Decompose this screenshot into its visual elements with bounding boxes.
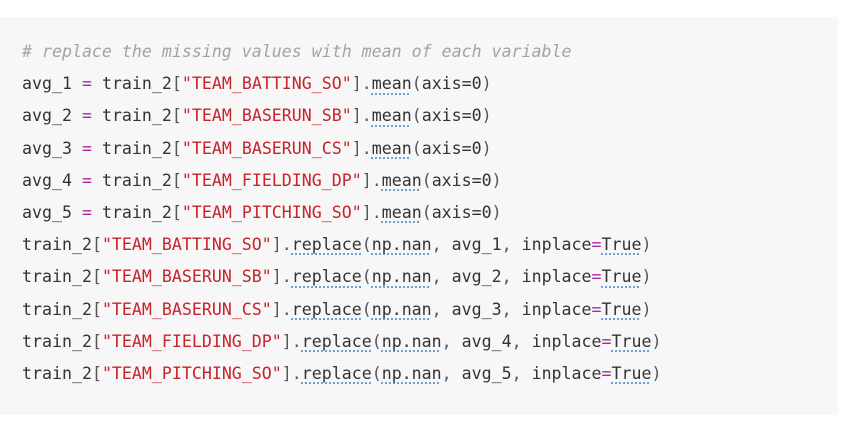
assign-operator: = — [81, 138, 92, 158]
column-string: "TEAM_BATTING_SO" — [181, 74, 352, 94]
method-name: mean — [371, 106, 412, 126]
assign-operator: = — [81, 106, 92, 126]
dataframe-name: train_2 — [101, 138, 172, 158]
method-name: mean — [371, 74, 412, 94]
column-string: "TEAM_BASERUN_CS" — [181, 138, 352, 158]
bracket-close: ] — [351, 74, 362, 94]
code-line-assign-5: avg_5 = train_2["TEAM_PITCHING_SO"].mean… — [22, 202, 502, 222]
keyword-arg: inplace — [521, 235, 592, 255]
bracket-close: ] — [351, 106, 362, 126]
keyword-arg: inplace — [531, 331, 602, 351]
variable-name: avg_3 — [22, 138, 72, 158]
dataframe-name: train_2 — [22, 331, 92, 351]
assign-operator: = — [81, 170, 92, 190]
keyword-arg: inplace — [531, 363, 602, 383]
column-string: "TEAM_PITCHING_SO" — [101, 363, 282, 383]
avg-arg: avg_4 — [461, 331, 512, 351]
bracket-open: [ — [171, 170, 182, 190]
method-name: replace — [291, 299, 362, 319]
nan-arg: np.nan — [381, 331, 442, 351]
column-string: "TEAM_BASERUN_SB" — [181, 106, 352, 126]
bracket-close: ] — [351, 138, 362, 158]
dataframe-name: train_2 — [101, 106, 172, 126]
variable-name: avg_1 — [22, 74, 72, 94]
method-name: mean — [381, 202, 422, 222]
method-name: replace — [301, 363, 372, 383]
variable-name: avg_4 — [22, 170, 72, 190]
bracket-open: [ — [171, 74, 182, 94]
method-args: axis=0 — [431, 202, 492, 222]
code-comment: # replace the missing values with mean o… — [22, 42, 572, 61]
dataframe-name: train_2 — [22, 299, 92, 319]
method-args: axis=0 — [421, 138, 482, 158]
variable-name: avg_5 — [22, 202, 72, 222]
nan-arg: np.nan — [371, 299, 432, 319]
assign-operator: = — [81, 202, 92, 222]
keyword-value: True — [601, 267, 642, 287]
nan-arg: np.nan — [371, 267, 432, 287]
method-args: axis=0 — [421, 106, 482, 126]
method-args: axis=0 — [421, 74, 482, 94]
code-line-assign-4: avg_4 = train_2["TEAM_FIELDING_DP"].mean… — [22, 170, 502, 190]
keyword-value: True — [611, 331, 652, 351]
variable-name: avg_2 — [22, 106, 72, 126]
code-line-comment: # replace the missing values with mean o… — [22, 36, 838, 68]
dataframe-name: train_2 — [22, 267, 92, 287]
bracket-open: [ — [171, 106, 182, 126]
assign-operator: = — [81, 74, 92, 94]
bracket-close: ] — [361, 202, 372, 222]
nan-arg: np.nan — [371, 235, 432, 255]
code-line-replace-4: train_2["TEAM_FIELDING_DP"].replace(np.n… — [22, 331, 662, 351]
avg-arg: avg_5 — [461, 363, 512, 383]
keyword-arg: inplace — [521, 299, 592, 319]
code-line-assign-2: avg_2 = train_2["TEAM_BASERUN_SB"].mean(… — [22, 106, 492, 126]
method-name: replace — [291, 235, 362, 255]
avg-arg: avg_1 — [451, 235, 502, 255]
method-name: replace — [291, 267, 362, 287]
code-block: # replace the missing values with mean o… — [0, 17, 838, 415]
column-string: "TEAM_PITCHING_SO" — [181, 202, 362, 222]
avg-arg: avg_3 — [451, 299, 502, 319]
avg-arg: avg_2 — [451, 267, 502, 287]
dataframe-name: train_2 — [101, 202, 172, 222]
method-name: replace — [301, 331, 372, 351]
code-line-assign-3: avg_3 = train_2["TEAM_BASERUN_CS"].mean(… — [22, 138, 492, 158]
dataframe-name: train_2 — [101, 74, 172, 94]
column-string: "TEAM_BASERUN_SB" — [101, 267, 272, 287]
method-args: axis=0 — [431, 170, 492, 190]
dataframe-name: train_2 — [101, 170, 172, 190]
column-string: "TEAM_FIELDING_DP" — [181, 170, 362, 190]
code-line-assign-1: avg_1 = train_2["TEAM_BATTING_SO"].mean(… — [22, 74, 492, 94]
keyword-value: True — [601, 299, 642, 319]
bracket-open: [ — [171, 138, 182, 158]
bracket-open: [ — [171, 202, 182, 222]
method-name: mean — [371, 138, 412, 158]
code-line-replace-1: train_2["TEAM_BATTING_SO"].replace(np.na… — [22, 235, 652, 255]
column-string: "TEAM_BASERUN_CS" — [101, 299, 272, 319]
method-name: mean — [381, 170, 422, 190]
column-string: "TEAM_FIELDING_DP" — [101, 331, 282, 351]
code-line-replace-2: train_2["TEAM_BASERUN_SB"].replace(np.na… — [22, 267, 652, 287]
dataframe-name: train_2 — [22, 363, 92, 383]
bracket-close: ] — [361, 170, 372, 190]
keyword-arg: inplace — [521, 267, 592, 287]
keyword-value: True — [601, 235, 642, 255]
dataframe-name: train_2 — [22, 235, 92, 255]
code-line-replace-3: train_2["TEAM_BASERUN_CS"].replace(np.na… — [22, 299, 652, 319]
nan-arg: np.nan — [381, 363, 442, 383]
code-line-replace-5: train_2["TEAM_PITCHING_SO"].replace(np.n… — [22, 363, 662, 383]
keyword-value: True — [611, 363, 652, 383]
column-string: "TEAM_BATTING_SO" — [101, 235, 272, 255]
